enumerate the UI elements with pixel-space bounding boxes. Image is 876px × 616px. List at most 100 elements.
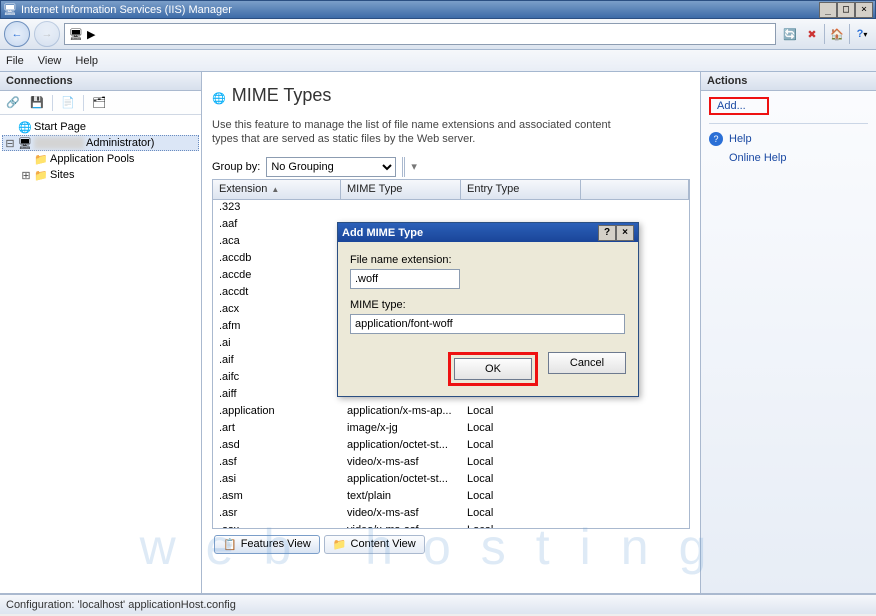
tree-server-suffix: Administrator)	[86, 137, 154, 149]
window-titlebar: Internet Information Services (IIS) Mana…	[0, 0, 876, 19]
up-button[interactable]: 📄	[59, 94, 77, 112]
home-button[interactable]	[827, 24, 847, 44]
mime-input[interactable]	[350, 314, 625, 334]
table-row[interactable]: .asrvideo/x-ms-asfLocal	[213, 506, 689, 523]
menu-file[interactable]: File	[6, 55, 24, 67]
features-view-tab[interactable]: 📋 Features View	[214, 535, 320, 554]
connections-toolbar: 🔗 💾 📄 🗂	[0, 91, 201, 115]
status-text: Configuration: 'localhost' applicationHo…	[6, 599, 236, 611]
connections-tree: Start Page ⊟ Administrator) Application …	[0, 115, 201, 593]
group-by-label: Group by:	[212, 161, 260, 173]
maximize-button[interactable]: □	[837, 2, 855, 18]
table-row[interactable]: .asmtext/plainLocal	[213, 489, 689, 506]
connections-panel: Connections 🔗 💾 📄 🗂 Start Page ⊟ Adminis…	[0, 72, 202, 594]
page-title: MIME Types	[232, 85, 332, 106]
back-button[interactable]	[4, 21, 30, 47]
tree-app-pools[interactable]: Application Pools	[2, 151, 199, 167]
table-row[interactable]: .artimage/x-jgLocal	[213, 421, 689, 438]
connections-header: Connections	[0, 72, 201, 91]
cell-mime: video/x-ms-asf	[341, 523, 461, 529]
refresh-icon	[783, 28, 797, 41]
actions-header: Actions	[701, 72, 876, 91]
save-button[interactable]: 💾	[28, 94, 46, 112]
cell-mime: application/octet-st...	[341, 472, 461, 489]
mime-icon	[212, 82, 226, 108]
cell-ext: .application	[213, 404, 341, 421]
folder-icon	[34, 152, 48, 166]
table-row[interactable]: .asfvideo/x-ms-asfLocal	[213, 455, 689, 472]
col-mime[interactable]: MIME Type	[341, 180, 461, 199]
table-row[interactable]: .asxvideo/x-ms-asfLocal	[213, 523, 689, 529]
forward-button[interactable]	[34, 21, 60, 47]
breadcrumb-arrow: ▶	[87, 28, 95, 41]
dialog-title: Add MIME Type	[342, 227, 598, 239]
cell-mime	[341, 200, 461, 217]
cell-ext: .art	[213, 421, 341, 438]
server-icon	[69, 28, 83, 41]
col-spacer	[581, 180, 689, 199]
help-label: Help	[729, 133, 752, 145]
tree-label: Sites	[50, 169, 74, 181]
folder-icon	[34, 168, 48, 182]
action-online-help[interactable]: Online Help	[709, 152, 868, 164]
minimize-button[interactable]: _	[819, 2, 837, 18]
group-by-select[interactable]: No Grouping	[266, 157, 396, 177]
action-add[interactable]: Add...	[709, 97, 769, 115]
table-row[interactable]: .323	[213, 200, 689, 217]
address-bar[interactable]: ▶	[64, 23, 776, 45]
ext-input[interactable]	[350, 269, 460, 289]
close-button[interactable]: ×	[855, 2, 873, 18]
menu-help[interactable]: Help	[75, 55, 98, 67]
cell-ext: .aiff	[213, 387, 341, 404]
col-extension[interactable]: Extension	[213, 180, 341, 199]
cell-ext: .afm	[213, 319, 341, 336]
cell-entry: Local	[461, 506, 581, 523]
col-entry[interactable]: Entry Type	[461, 180, 581, 199]
cell-mime: application/octet-st...	[341, 438, 461, 455]
tree-sites[interactable]: ⊞ Sites	[2, 167, 199, 183]
globe-icon	[18, 120, 32, 134]
help-button[interactable]: ▾	[852, 24, 872, 44]
app-icon	[3, 3, 17, 17]
tree-toggle-button[interactable]: 🗂	[90, 94, 108, 112]
cell-entry: Local	[461, 421, 581, 438]
cell-entry: Local	[461, 404, 581, 421]
home-icon	[830, 28, 844, 41]
refresh-button[interactable]	[780, 24, 800, 44]
table-row[interactable]: .asdapplication/octet-st...Local	[213, 438, 689, 455]
tree-start-page[interactable]: Start Page	[2, 119, 199, 135]
stop-icon	[807, 28, 816, 41]
features-tab-icon: 📋	[223, 538, 237, 551]
content-view-tab[interactable]: 📁 Content View	[324, 535, 425, 554]
separator	[849, 24, 850, 44]
cell-ext: .accdb	[213, 251, 341, 268]
mime-label: MIME type:	[350, 299, 626, 311]
tree-server-node[interactable]: ⊟ Administrator)	[2, 135, 199, 151]
tree-label: Start Page	[34, 121, 86, 133]
cell-entry: Local	[461, 472, 581, 489]
cell-mime: image/x-jg	[341, 421, 461, 438]
cancel-button[interactable]: Cancel	[548, 352, 626, 374]
action-help[interactable]: ? Help	[709, 132, 868, 146]
table-row[interactable]: .applicationapplication/x-ms-ap...Local	[213, 404, 689, 421]
cell-mime: video/x-ms-asf	[341, 506, 461, 523]
table-row[interactable]: .asiapplication/octet-st...Local	[213, 472, 689, 489]
cell-entry: Local	[461, 455, 581, 472]
help-icon	[857, 28, 864, 40]
question-icon: ?	[709, 132, 723, 146]
cell-entry: Local	[461, 438, 581, 455]
separator	[402, 157, 405, 177]
stop-button[interactable]	[802, 24, 822, 44]
cell-ext: .aif	[213, 353, 341, 370]
dialog-close-button[interactable]: ×	[616, 225, 634, 241]
dialog-help-button[interactable]: ?	[598, 225, 616, 241]
cell-mime: video/x-ms-asf	[341, 455, 461, 472]
status-bar: Configuration: 'localhost' applicationHo…	[0, 594, 876, 614]
cell-ext: .asm	[213, 489, 341, 506]
ok-button[interactable]: OK	[454, 358, 532, 380]
cell-ext: .asr	[213, 506, 341, 523]
menu-bar: File View Help	[0, 50, 876, 72]
menu-view[interactable]: View	[38, 55, 62, 67]
add-mime-dialog: Add MIME Type ? × File name extension: M…	[337, 222, 639, 397]
connect-button[interactable]: 🔗	[4, 94, 22, 112]
